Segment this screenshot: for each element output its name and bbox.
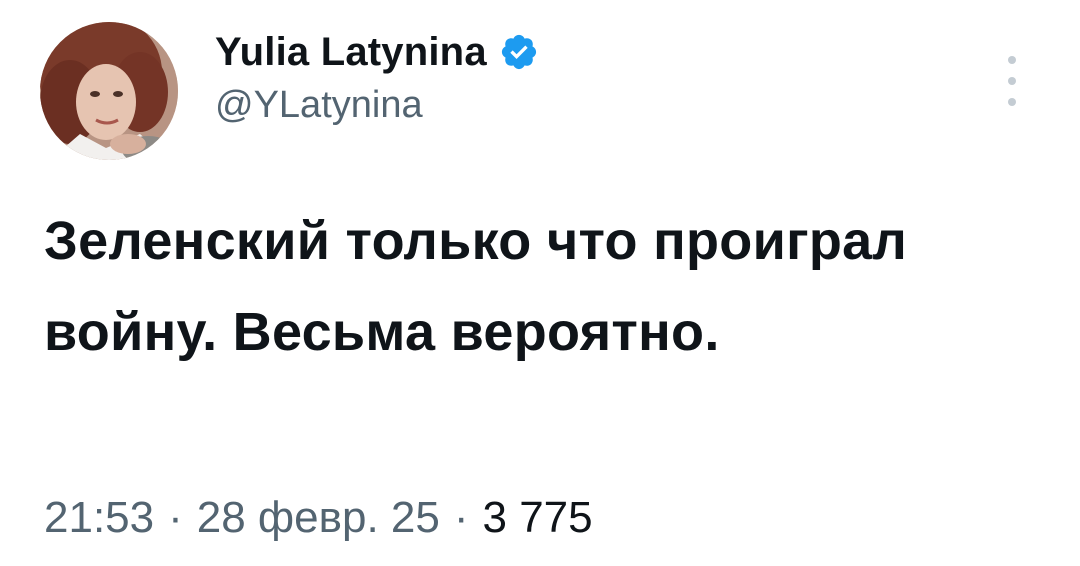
author-display-name[interactable]: Yulia Latynina — [215, 30, 487, 75]
more-dot — [1008, 98, 1016, 106]
verified-badge-icon[interactable] — [499, 32, 539, 72]
tweet-card: Yulia Latynina @YLatynina Зеленский толь… — [0, 0, 1080, 566]
author-block: Yulia Latynina @YLatynina — [215, 26, 539, 127]
tweet-date[interactable]: 28 февр. 25 — [197, 493, 440, 543]
tweet-text: Зеленский только что проиграл войну. Вес… — [44, 211, 908, 362]
more-options-icon[interactable] — [1000, 56, 1024, 106]
more-dot — [1008, 56, 1016, 64]
tweet-time[interactable]: 21:53 — [44, 493, 154, 543]
more-dot — [1008, 77, 1016, 85]
name-row: Yulia Latynina — [215, 26, 539, 78]
meta-separator: · — [453, 493, 469, 542]
avatar-photo — [40, 22, 178, 160]
tweet-meta: 21:53 · 28 февр. 25 · 3 775 — [44, 493, 593, 543]
meta-separator: · — [168, 493, 183, 542]
view-count: 3 775 — [482, 493, 593, 542]
author-handle[interactable]: @YLatynina — [215, 84, 539, 127]
avatar[interactable] — [40, 22, 178, 160]
